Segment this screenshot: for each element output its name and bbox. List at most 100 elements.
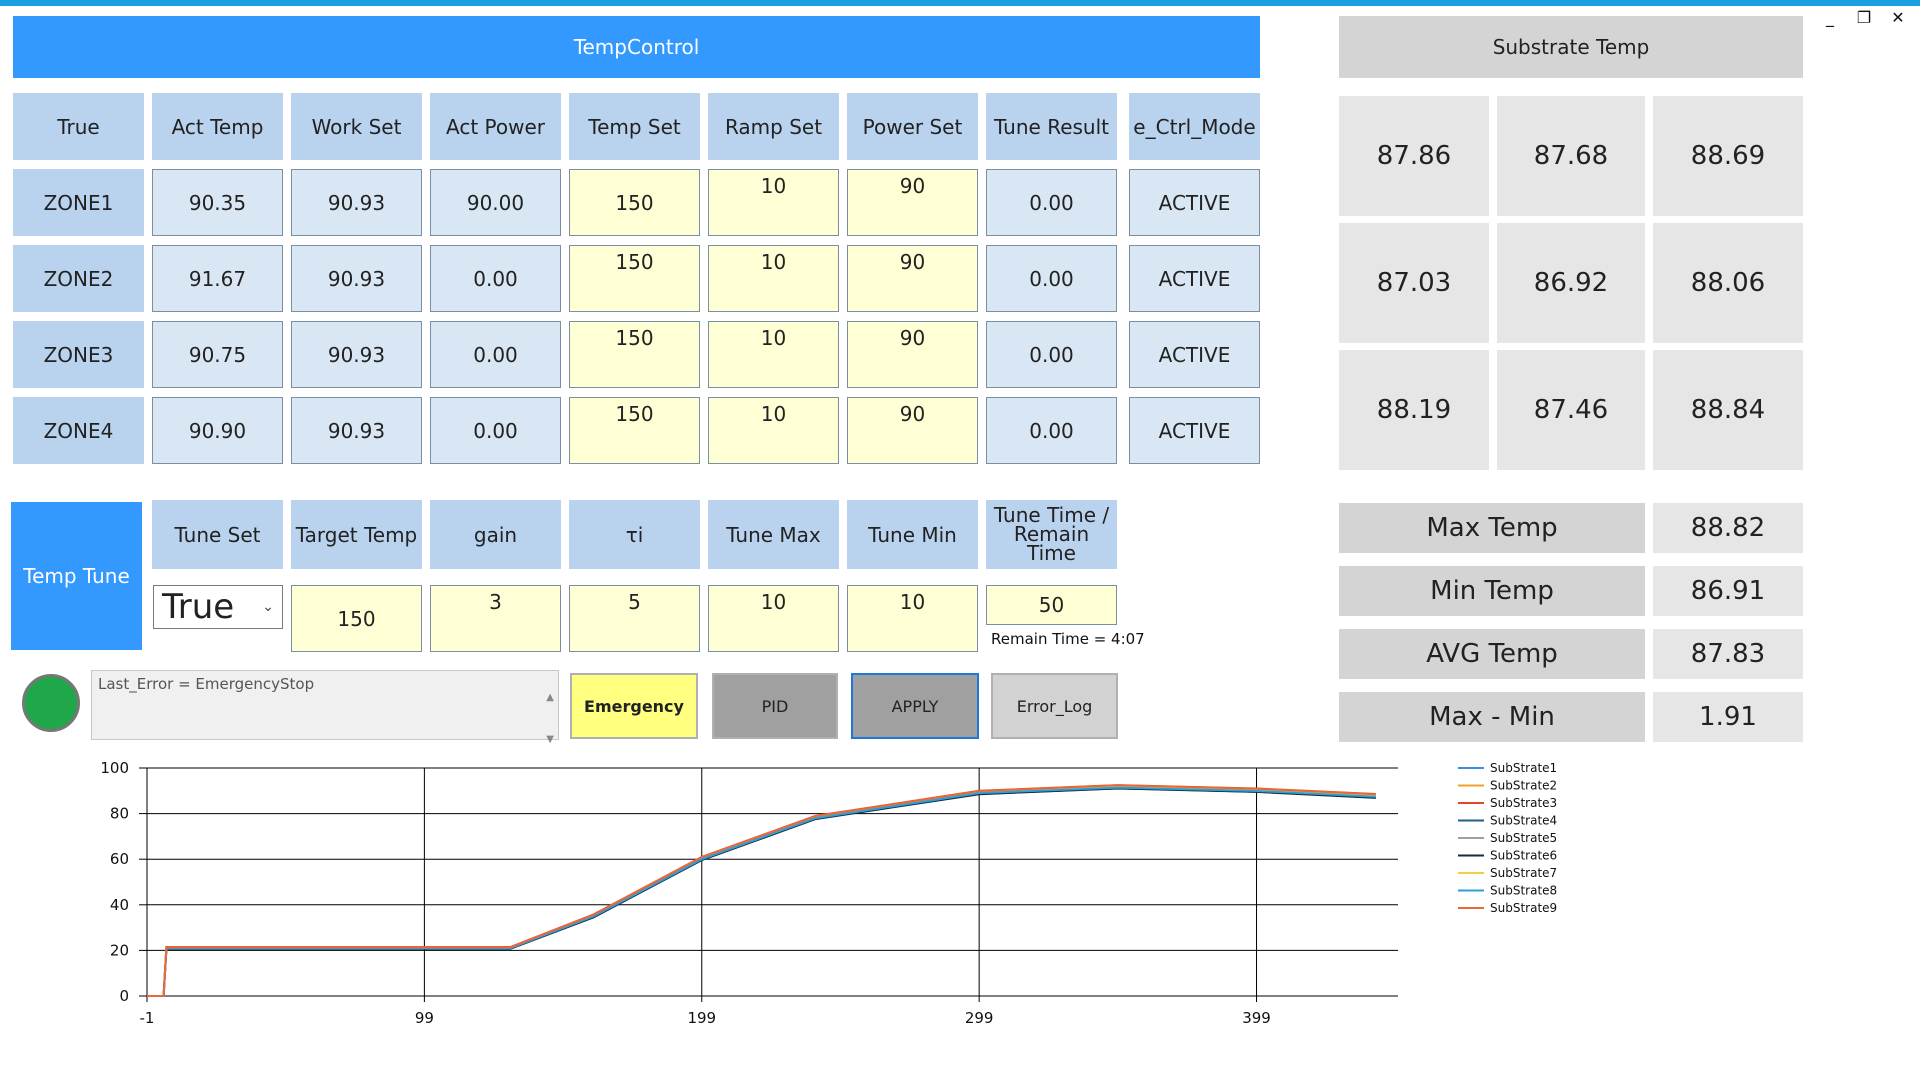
page-title: TempControl	[13, 16, 1260, 78]
pid-button[interactable]: PID	[712, 673, 838, 739]
temp-set-input[interactable]: 150	[569, 169, 700, 236]
y-tick-label: 80	[110, 805, 129, 823]
zone-label: ZONE4	[13, 397, 144, 464]
tune-set-dropdown[interactable]: True ⌄	[153, 585, 283, 629]
header-tune-set: Tune Set	[152, 500, 283, 569]
tau-i-input[interactable]: 5	[569, 585, 700, 652]
tune-result-value: 0.00	[986, 321, 1117, 388]
close-icon[interactable]: ✕	[1888, 8, 1908, 27]
tune-time-input[interactable]: 50	[986, 585, 1117, 625]
header-act-power: Act Power	[430, 93, 561, 160]
x-tick-label: 399	[1242, 1009, 1271, 1027]
substrate-cell: 87.03	[1339, 223, 1489, 343]
legend-entry: SubStrate6	[1490, 849, 1557, 863]
ramp-set-input[interactable]: 10	[708, 321, 839, 388]
substrate-title: Substrate Temp	[1339, 16, 1803, 78]
header-act-temp: Act Temp	[152, 93, 283, 160]
zone-label: ZONE2	[13, 245, 144, 312]
zone-label: ZONE1	[13, 169, 144, 236]
series-line-substrate6	[147, 787, 1376, 997]
x-tick-label: -1	[140, 1009, 155, 1027]
ramp-set-input[interactable]: 10	[708, 245, 839, 312]
tune-max-input[interactable]: 10	[708, 585, 839, 652]
minimize-icon[interactable]: _	[1820, 8, 1840, 27]
series-line-substrate4	[147, 787, 1376, 997]
legend-entry: SubStrate9	[1490, 901, 1557, 915]
legend-entry: SubStrate7	[1490, 866, 1557, 880]
header-gain: gain	[430, 500, 561, 569]
error-log-textbox[interactable]: Last_Error = EmergencyStop ▲ ▼	[91, 670, 559, 745]
chevron-down-icon: ⌄	[262, 599, 274, 615]
stat-label: Max - Min	[1339, 692, 1645, 742]
substrate-cell: 88.84	[1653, 350, 1803, 470]
header-true: True	[13, 93, 144, 160]
temp-set-input[interactable]: 150	[569, 321, 700, 388]
power-set-input[interactable]: 90	[847, 169, 978, 236]
y-tick-label: 60	[110, 850, 129, 868]
act-power-value: 0.00	[430, 321, 561, 388]
power-set-input[interactable]: 90	[847, 245, 978, 312]
last-error-text: Last_Error = EmergencyStop	[98, 675, 315, 693]
x-tick-label: 199	[687, 1009, 716, 1027]
apply-button[interactable]: APPLY	[851, 673, 979, 739]
stat-label: Min Temp	[1339, 566, 1645, 616]
power-set-input[interactable]: 90	[847, 397, 978, 464]
tune-min-input[interactable]: 10	[847, 585, 978, 652]
legend-entry: SubStrate2	[1490, 779, 1557, 793]
series-line-substrate1	[147, 786, 1376, 997]
header-ramp-set: Ramp Set	[708, 93, 839, 160]
ramp-set-input[interactable]: 10	[708, 169, 839, 236]
window-accent-bar	[0, 0, 1920, 6]
header-tune-time: Tune Time / Remain Time	[986, 500, 1117, 569]
x-tick-label: 299	[965, 1009, 994, 1027]
header-tau-i: τi	[569, 500, 700, 569]
error-log-button[interactable]: Error_Log	[991, 673, 1118, 739]
x-tick-label: 99	[415, 1009, 434, 1027]
scrollbar-icon[interactable]: ▲ ▼	[546, 677, 554, 761]
y-tick-label: 100	[100, 759, 129, 777]
tune-result-value: 0.00	[986, 169, 1117, 236]
gain-input[interactable]: 3	[430, 585, 561, 652]
tune-result-value: 0.00	[986, 397, 1117, 464]
window-controls: _ ❐ ✕	[1820, 8, 1908, 27]
ctrl-mode-value: ACTIVE	[1129, 245, 1260, 312]
header-work-set: Work Set	[291, 93, 422, 160]
header-temp-set: Temp Set	[569, 93, 700, 160]
stat-label: Max Temp	[1339, 503, 1645, 553]
series-line-substrate9	[147, 784, 1376, 997]
substrate-cell: 88.06	[1653, 223, 1803, 343]
ramp-set-input[interactable]: 10	[708, 397, 839, 464]
header-tune-result: Tune Result	[986, 93, 1117, 160]
substrate-cell: 87.46	[1497, 350, 1645, 470]
work-set-value: 90.93	[291, 397, 422, 464]
target-temp-input[interactable]: 150	[291, 585, 422, 652]
act-temp-value: 90.90	[152, 397, 283, 464]
legend-entry: SubStrate3	[1490, 796, 1557, 810]
stat-value: 87.83	[1653, 629, 1803, 679]
y-tick-label: 20	[110, 941, 129, 959]
legend-entry: SubStrate4	[1490, 814, 1557, 828]
series-line-substrate5	[147, 786, 1376, 997]
substrate-cell: 88.19	[1339, 350, 1489, 470]
work-set-value: 90.93	[291, 245, 422, 312]
act-power-value: 0.00	[430, 245, 561, 312]
header-target-temp: Target Temp	[291, 500, 422, 569]
series-line-substrate3	[147, 784, 1376, 997]
temp-set-input[interactable]: 150	[569, 397, 700, 464]
power-set-input[interactable]: 90	[847, 321, 978, 388]
stat-label: AVG Temp	[1339, 629, 1645, 679]
tune-result-value: 0.00	[986, 245, 1117, 312]
temp-set-input[interactable]: 150	[569, 245, 700, 312]
act-power-value: 90.00	[430, 169, 561, 236]
work-set-value: 90.93	[291, 321, 422, 388]
legend-entry: SubStrate1	[1490, 761, 1557, 775]
series-line-substrate8	[147, 786, 1376, 997]
y-tick-label: 0	[119, 987, 129, 1005]
zone-label: ZONE3	[13, 321, 144, 388]
ctrl-mode-value: ACTIVE	[1129, 321, 1260, 388]
restore-icon[interactable]: ❐	[1854, 8, 1874, 27]
legend-entry: SubStrate5	[1490, 831, 1557, 845]
temperature-chart: 0 20 40 60 80 100 -1 99 199 299 399 SubStrate1 SubSt…	[100, 759, 1557, 1027]
stat-value: 88.82	[1653, 503, 1803, 553]
emergency-button[interactable]: Emergency	[570, 673, 698, 739]
